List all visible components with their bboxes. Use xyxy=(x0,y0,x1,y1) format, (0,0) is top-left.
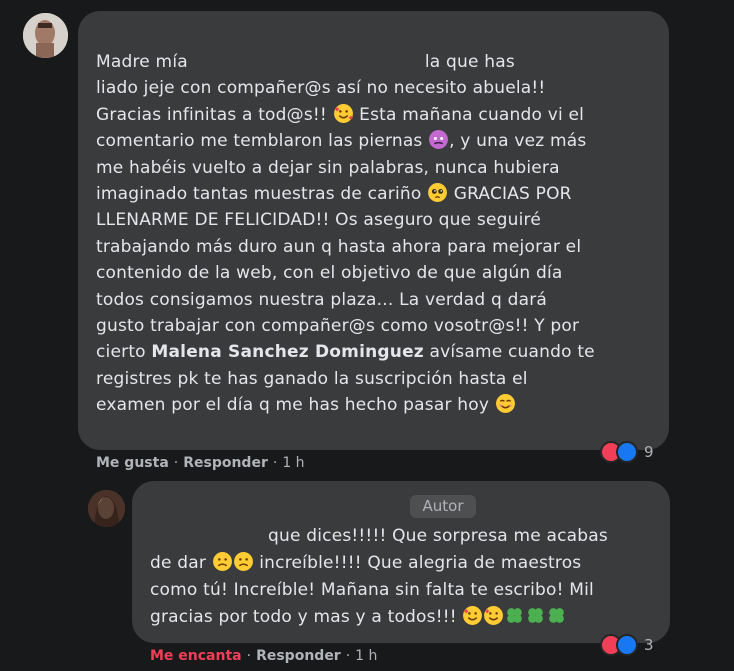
comment-reactions[interactable]: 9 xyxy=(600,441,654,463)
pleading-face-icon xyxy=(427,182,448,203)
comment-text: Madre mía la que has liado jeje con compa… xyxy=(96,49,656,419)
mention-link[interactable]: Malena Sanchez Dominguez xyxy=(151,342,424,362)
four-leaf-clover-icon xyxy=(504,605,525,626)
like-button[interactable]: Me gusta xyxy=(96,455,169,471)
frowning-face-icon xyxy=(212,551,233,572)
smiling-face-with-hearts-icon xyxy=(462,605,483,626)
reply-button[interactable]: Responder xyxy=(256,648,341,664)
reply-button[interactable]: Responder xyxy=(183,455,268,471)
woozy-face-icon xyxy=(428,129,449,150)
reaction-count: 3 xyxy=(644,636,654,654)
reply-actions: Me encanta · Responder · 1 h xyxy=(150,648,378,664)
smiling-face-icon xyxy=(495,393,516,414)
commenter-avatar[interactable] xyxy=(23,13,68,58)
comment-text-part: GRACIAS POR LLENARME DE FELICIDAD!! Os a… xyxy=(96,184,582,363)
comment-actions: Me gusta · Responder · 1 h xyxy=(96,455,305,471)
smiling-face-with-hearts-icon xyxy=(483,605,504,626)
author-avatar[interactable] xyxy=(88,490,125,527)
love-button[interactable]: Me encanta xyxy=(150,648,242,664)
four-leaf-clover-icon xyxy=(525,605,546,626)
smiling-face-with-hearts-icon xyxy=(333,103,354,124)
timestamp[interactable]: 1 h xyxy=(355,648,377,664)
reply-text: que dices!!!!! Que sorpresa me acabas de… xyxy=(150,523,660,631)
frowning-face-icon xyxy=(233,551,254,572)
like-reaction-icon xyxy=(616,634,638,656)
reply-reactions[interactable]: 3 xyxy=(600,634,654,656)
timestamp[interactable]: 1 h xyxy=(282,455,304,471)
author-badge: Autor xyxy=(410,495,476,518)
reaction-count: 9 xyxy=(644,443,654,461)
comment-text-part: Madre mía xyxy=(96,52,188,72)
four-leaf-clover-icon xyxy=(546,605,567,626)
like-reaction-icon xyxy=(616,441,638,463)
